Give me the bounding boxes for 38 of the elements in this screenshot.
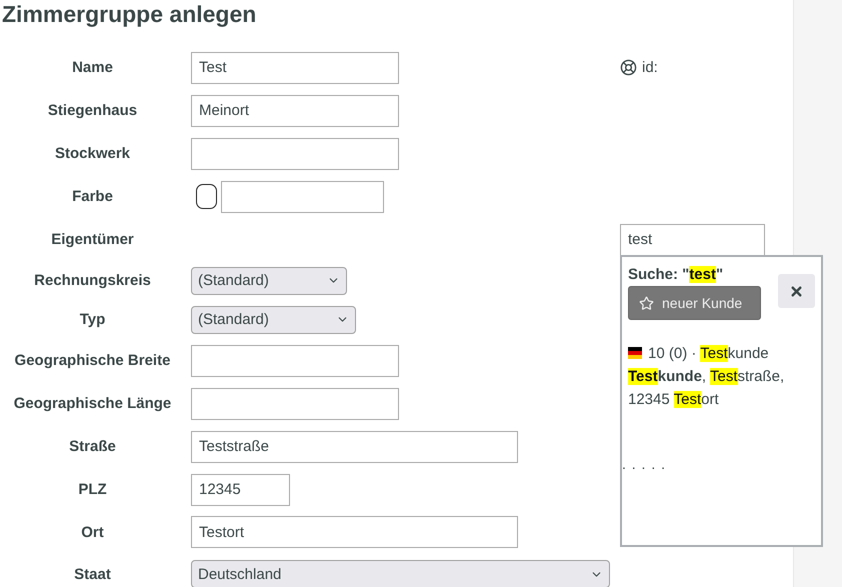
text-field[interactable]: 12345 [191, 474, 290, 506]
field-label: Straße [68, 438, 117, 455]
field-label: Geographische Breite [14, 352, 172, 369]
field-label: Staat [73, 566, 112, 582]
search-heading: Suche: "test" [628, 265, 724, 285]
search-result[interactable]: 10 (0) · Testkunde Testkunde, Teststraße, 12345 Testort [628, 342, 815, 411]
field-label: Name [71, 59, 114, 76]
field-label: PLZ [77, 481, 108, 498]
field-label: Stockwerk [54, 145, 132, 162]
more-indicator: . . . . . [622, 456, 668, 472]
select-field[interactable]: Deutschland [191, 560, 610, 587]
select-field[interactable]: (Standard) [191, 266, 347, 294]
lifebuoy-icon [620, 59, 637, 76]
field-label: Rechnungskreis [33, 272, 152, 289]
close-icon [789, 284, 804, 298]
text-field[interactable] [191, 388, 399, 420]
id-label: id: [620, 59, 658, 76]
color-field[interactable] [221, 180, 384, 212]
field-label: Stiegenhaus [46, 102, 138, 119]
text-field[interactable]: Test [191, 52, 399, 84]
field-label: Geographische Länge [12, 395, 172, 412]
field-label: Typ [78, 311, 106, 328]
field-label: Farbe [71, 188, 114, 205]
select-field[interactable]: (Standard) [191, 306, 356, 334]
field-label: Eigentümer [50, 231, 135, 248]
page-title: Zimmergruppe anlegen [1, 0, 258, 28]
text-field[interactable]: Meinort [191, 94, 399, 126]
text-field[interactable]: Testort [191, 516, 518, 548]
text-field[interactable] [191, 138, 399, 170]
flag-icon [628, 347, 642, 359]
text-field[interactable]: Teststraße [191, 430, 518, 462]
search-field[interactable]: test [620, 224, 765, 256]
color-swatch[interactable] [196, 184, 217, 209]
field-label: Ort [80, 524, 105, 540]
new-customer-button[interactable]: neuer Kunde [628, 286, 761, 320]
text-field[interactable] [191, 344, 399, 376]
star-icon [639, 296, 654, 310]
close-button[interactable] [778, 274, 815, 308]
